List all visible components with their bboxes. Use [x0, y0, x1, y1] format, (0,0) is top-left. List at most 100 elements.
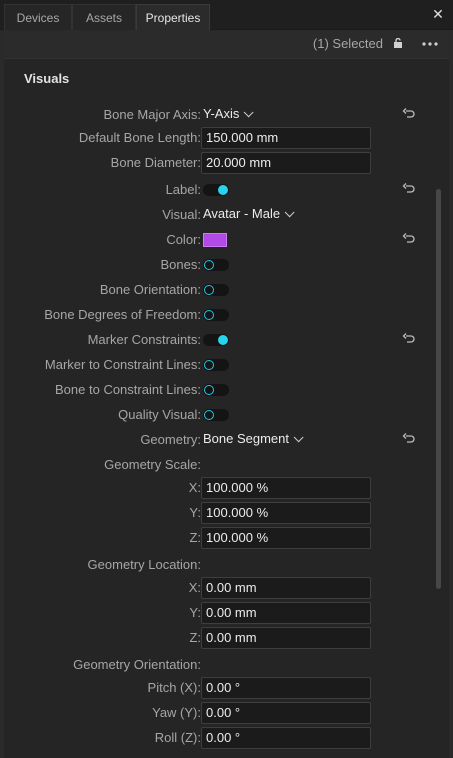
label-scale-z: Z:	[189, 530, 201, 545]
properties-panel: Visuals Bone Major Axis: Y-Axis Default …	[4, 58, 449, 758]
scale-y-input[interactable]: 100.000 %	[201, 502, 371, 524]
row-scale-y: Y: 100.000 %	[4, 502, 449, 524]
bone-diameter-input[interactable]: 20.000 mm	[201, 152, 371, 174]
toggle-knob	[218, 335, 228, 345]
row-marker-constraints: Marker Constraints:	[4, 329, 449, 351]
label-bone-orientation: Bone Orientation:	[99, 282, 201, 297]
reset-icon[interactable]	[402, 332, 416, 346]
tab-assets[interactable]: Assets	[72, 4, 136, 30]
label-yaw: Yaw (Y):	[152, 705, 201, 720]
row-bone-dof: Bone Degrees of Freedom:	[4, 304, 449, 326]
more-options-icon[interactable]	[421, 36, 439, 52]
default-bone-length-input[interactable]: 150.000 mm	[201, 127, 371, 149]
chevron-down-icon	[244, 107, 254, 118]
label-loc-y: Y:	[189, 605, 201, 620]
row-roll: Roll (Z): 0.00 °	[4, 727, 449, 749]
label-color: Color:	[166, 232, 201, 247]
tab-devices[interactable]: Devices	[4, 4, 72, 30]
label-default-bone-length: Default Bone Length:	[78, 130, 201, 145]
label-bones: Bones:	[160, 257, 201, 272]
label-geometry-location: Geometry Location:	[87, 557, 201, 572]
row-bone-to-constraint-lines: Bone to Constraint Lines:	[4, 379, 449, 401]
quality-visual-toggle[interactable]	[203, 409, 229, 421]
reset-icon[interactable]	[402, 182, 416, 196]
section-title-visuals: Visuals	[24, 71, 70, 86]
marker-to-constraint-lines-toggle[interactable]	[203, 359, 229, 371]
toolbar: (1) Selected	[4, 31, 449, 57]
row-quality-visual: Quality Visual:	[4, 404, 449, 426]
row-geometry-orientation: Geometry Orientation:	[4, 654, 449, 676]
pitch-input[interactable]: 0.00 °	[201, 677, 371, 699]
toggle-knob	[204, 310, 214, 320]
label-bone-diameter: Bone Diameter:	[110, 155, 201, 170]
roll-input[interactable]: 0.00 °	[201, 727, 371, 749]
toggle-knob	[204, 360, 214, 370]
row-loc-x: X: 0.00 mm	[4, 577, 449, 599]
reset-icon[interactable]	[402, 107, 416, 121]
row-marker-to-constraint-lines: Marker to Constraint Lines:	[4, 354, 449, 376]
bone-dof-toggle[interactable]	[203, 309, 229, 321]
location-z-input[interactable]: 0.00 mm	[201, 627, 371, 649]
bone-orientation-toggle[interactable]	[203, 284, 229, 296]
reset-icon[interactable]	[402, 232, 416, 246]
toggle-knob	[204, 410, 214, 420]
label-geometry: Geometry:	[140, 432, 201, 447]
toggle-knob	[204, 285, 214, 295]
row-pitch: Pitch (X): 0.00 °	[4, 677, 449, 699]
toggle-knob	[204, 260, 214, 270]
label-pitch: Pitch (X):	[147, 680, 201, 695]
geometry-value: Bone Segment	[203, 431, 290, 446]
geometry-dropdown[interactable]: Bone Segment	[203, 431, 304, 446]
visual-dropdown[interactable]: Avatar - Male	[203, 206, 295, 221]
chevron-down-icon	[284, 207, 295, 218]
row-loc-y: Y: 0.00 mm	[4, 602, 449, 624]
label-loc-z: Z:	[189, 630, 201, 645]
row-geometry-scale: Geometry Scale:	[4, 454, 449, 476]
selection-count: (1) Selected	[312, 36, 383, 51]
row-visual: Visual: Avatar - Male	[4, 204, 449, 226]
label-bone-major-axis: Bone Major Axis:	[103, 107, 201, 122]
bone-major-axis-dropdown[interactable]: Y-Axis	[203, 106, 254, 121]
tab-properties[interactable]: Properties	[136, 4, 210, 30]
location-y-input[interactable]: 0.00 mm	[201, 602, 371, 624]
row-yaw: Yaw (Y): 0.00 °	[4, 702, 449, 724]
lock-icon[interactable]	[393, 38, 403, 48]
bone-major-axis-value: Y-Axis	[203, 106, 240, 121]
label-roll: Roll (Z):	[154, 730, 201, 745]
close-icon[interactable]: ✕	[431, 7, 445, 21]
row-loc-z: Z: 0.00 mm	[4, 627, 449, 649]
bones-toggle[interactable]	[203, 259, 229, 271]
label-marker-constraints: Marker Constraints:	[87, 332, 201, 347]
row-bone-diameter: Bone Diameter: 20.000 mm	[4, 152, 449, 174]
label-scale-x: X:	[188, 480, 201, 495]
scale-z-input[interactable]: 100.000 %	[201, 527, 371, 549]
toggle-knob	[204, 385, 214, 395]
row-scale-z: Z: 100.000 %	[4, 527, 449, 549]
row-geometry: Geometry: Bone Segment	[4, 429, 449, 451]
label-bone-to-constraint-lines: Bone to Constraint Lines:	[55, 382, 201, 397]
location-x-input[interactable]: 0.00 mm	[201, 577, 371, 599]
label-toggle[interactable]	[203, 184, 229, 196]
row-scale-x: X: 100.000 %	[4, 477, 449, 499]
scale-x-input[interactable]: 100.000 %	[201, 477, 371, 499]
reset-icon[interactable]	[402, 432, 416, 446]
label-scale-y: Y:	[189, 505, 201, 520]
marker-constraints-toggle[interactable]	[203, 334, 229, 346]
color-swatch[interactable]	[203, 233, 227, 247]
row-bone-orientation: Bone Orientation:	[4, 279, 449, 301]
visual-value: Avatar - Male	[203, 206, 281, 221]
label-bone-dof: Bone Degrees of Freedom:	[44, 307, 201, 322]
yaw-input[interactable]: 0.00 °	[201, 702, 371, 724]
label-geometry-scale: Geometry Scale:	[104, 457, 201, 472]
row-color: Color:	[4, 229, 449, 251]
label-loc-x: X:	[188, 580, 201, 595]
row-default-bone-length: Default Bone Length: 150.000 mm	[4, 127, 449, 149]
row-label: Label:	[4, 179, 449, 201]
toggle-knob	[218, 185, 228, 195]
bone-to-constraint-lines-toggle[interactable]	[203, 384, 229, 396]
label-geometry-orientation: Geometry Orientation:	[73, 657, 201, 672]
label-label: Label:	[165, 182, 201, 197]
tab-bar: Devices Assets Properties ✕	[0, 0, 453, 30]
label-visual: Visual:	[162, 207, 201, 222]
label-quality-visual: Quality Visual:	[118, 407, 201, 422]
